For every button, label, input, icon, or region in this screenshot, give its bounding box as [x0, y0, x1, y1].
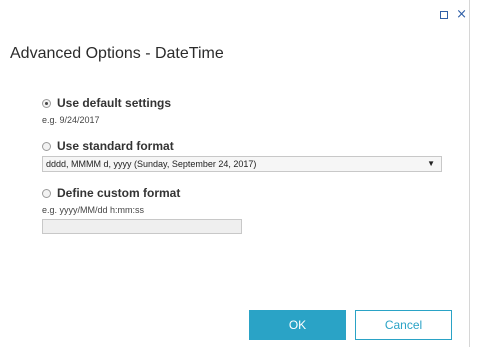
- radio-custom-label[interactable]: Define custom format: [57, 186, 180, 200]
- radio-standard-label[interactable]: Use standard format: [57, 139, 174, 153]
- default-example-text: e.g. 9/24/2017: [42, 115, 100, 125]
- option-default-row[interactable]: Use default settings: [42, 96, 171, 110]
- custom-example-text: e.g. yyyy/MM/dd h:mm:ss: [42, 205, 145, 215]
- option-standard-row[interactable]: Use standard format: [42, 139, 174, 153]
- radio-standard[interactable]: [42, 141, 51, 151]
- standard-format-value: dddd, MMMM d, yyyy (Sunday, September 24…: [46, 159, 257, 169]
- option-custom-group: Define custom format e.g. yyyy/MM/dd h:m…: [42, 186, 180, 215]
- dropdown-arrow-icon[interactable]: ▼: [427, 159, 435, 168]
- radio-default-label[interactable]: Use default settings: [57, 96, 171, 110]
- radio-custom[interactable]: [42, 188, 51, 198]
- dialog-title: Advanced Options - DateTime: [10, 45, 224, 62]
- window-controls: ×: [440, 8, 469, 21]
- close-icon[interactable]: ×: [456, 8, 467, 21]
- cancel-button[interactable]: Cancel: [355, 310, 452, 340]
- option-standard-group: Use standard format: [42, 139, 174, 153]
- radio-default[interactable]: [42, 98, 51, 108]
- dialog-window: × Advanced Options - DateTime Use defaul…: [0, 0, 470, 347]
- option-default-group: Use default settings e.g. 9/24/2017: [42, 96, 171, 125]
- maximize-icon[interactable]: [440, 11, 449, 19]
- ok-button[interactable]: OK: [249, 310, 346, 340]
- standard-format-dropdown[interactable]: dddd, MMMM d, yyyy (Sunday, September 24…: [42, 156, 442, 172]
- option-custom-row[interactable]: Define custom format: [42, 186, 180, 200]
- custom-format-input[interactable]: [42, 219, 242, 234]
